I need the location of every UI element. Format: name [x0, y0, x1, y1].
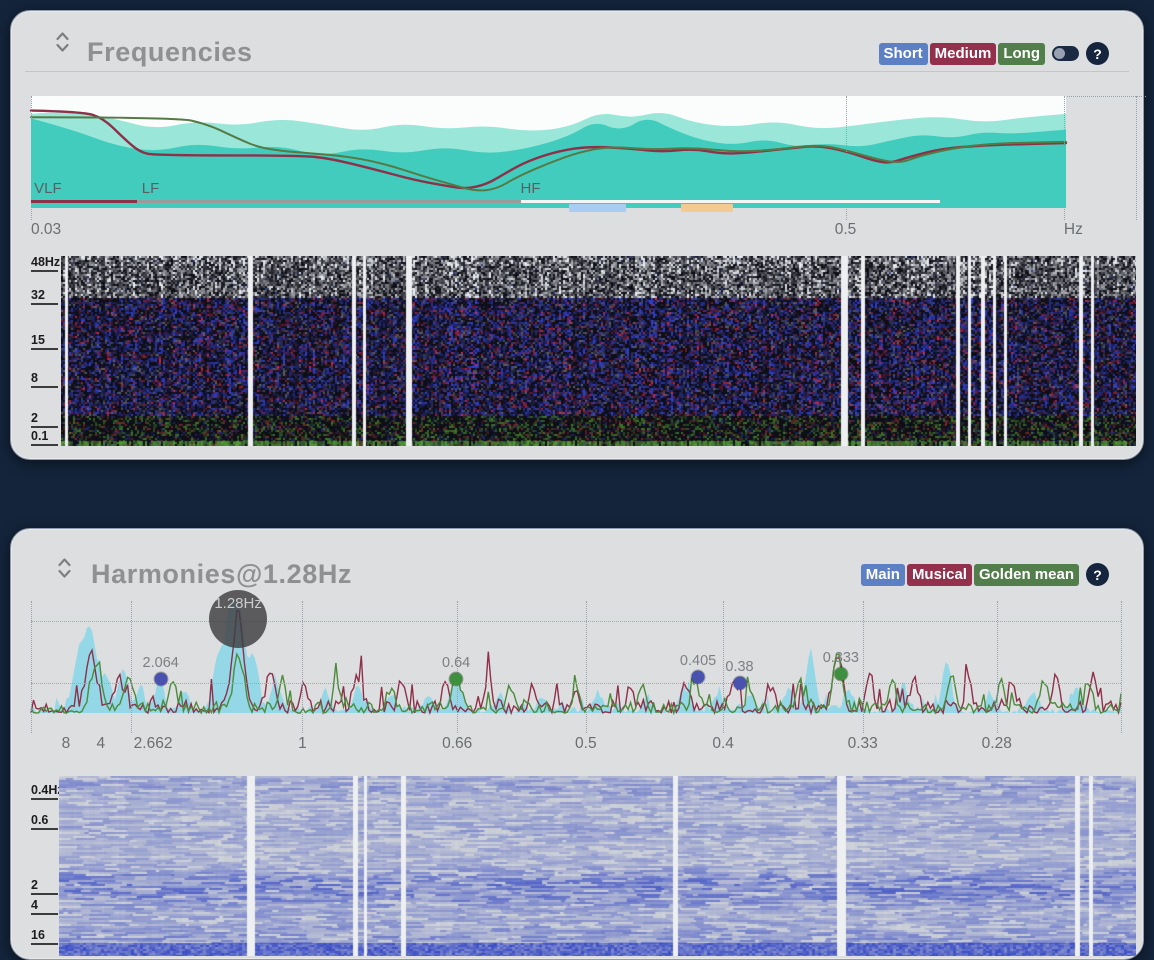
- legend-golden-mean[interactable]: Golden mean: [974, 564, 1079, 586]
- selected-harmonic-label: 1.28Hz: [214, 595, 262, 612]
- band-underline-VLF: [31, 200, 137, 203]
- selected-harmonic-marker[interactable]: 1.28Hz: [209, 590, 267, 648]
- y-tick-2: 2: [31, 412, 58, 428]
- frequencies-title: Frequencies: [87, 37, 253, 68]
- frequencies-header: Frequencies ShortMediumLong ?: [11, 11, 1143, 71]
- toggle-knob: [1054, 48, 1065, 59]
- x-tick-Hz: Hz: [1064, 221, 1083, 239]
- harmonic-label-2.064: 2.064: [143, 655, 179, 671]
- y-tick-8: 8: [31, 372, 58, 388]
- harmonics-spectrum-svg: [31, 601, 1121, 713]
- x-tick-0.33: 0.33: [848, 735, 878, 753]
- harmonies-panel: Harmonies@1.28Hz MainMusicalGolden mean …: [10, 528, 1144, 960]
- frequency-spectrogram-y-axis: 48Hz 32 15 8 2 0.1: [31, 256, 61, 446]
- harmonic-dot-0.333[interactable]: [834, 667, 847, 680]
- x-tick-4: 4: [96, 735, 105, 753]
- harmonics-spectrogram-y-axis: 0.4Hz 0.6 2 4 16: [31, 776, 61, 956]
- range-marker-1: [681, 204, 733, 212]
- frequencies-header-controls: ShortMediumLong ?: [879, 42, 1110, 65]
- harmonic-label-0.38: 0.38: [725, 659, 753, 675]
- x-tick-0.03: 0.03: [31, 221, 61, 239]
- grid-line: [1121, 601, 1122, 733]
- range-marker-0: [569, 204, 626, 212]
- collapse-expand-icon[interactable]: [57, 557, 72, 584]
- x-tick-8: 8: [62, 735, 71, 753]
- band-label-VLF: VLF: [34, 180, 62, 197]
- band-underline-HF: [521, 200, 940, 203]
- harmonics-chart[interactable]: 1.28Hz2.0640.640.4050.380.333: [31, 601, 1121, 713]
- frequencies-panel: Frequencies ShortMediumLong ? VLF LF HF 0.…: [10, 10, 1144, 460]
- grid-line: [1136, 96, 1137, 220]
- y-tick-15: 15: [31, 334, 58, 350]
- harmonic-dot-0.38[interactable]: [733, 676, 746, 689]
- harmonic-label-0.333: 0.333: [823, 650, 859, 666]
- timescale-toggle[interactable]: [1052, 46, 1079, 61]
- x-tick-2.662: 2.662: [134, 735, 173, 753]
- legend-main[interactable]: Main: [861, 564, 905, 586]
- band-label-HF: HF: [521, 180, 541, 197]
- legend-short[interactable]: Short: [879, 43, 928, 65]
- x-tick-0.5: 0.5: [575, 735, 597, 753]
- y-tick-32: 32: [31, 289, 58, 305]
- harmonics-x-axis: 8 4 2.662 1 0.66 0.5 0.4 0.33 0.28: [31, 735, 1121, 757]
- frequency-x-axis: 0.030.5Hz: [31, 221, 1066, 243]
- frequency-spectrum-chart[interactable]: VLF LF HF: [31, 96, 1066, 208]
- harmonic-dot-0.405[interactable]: [692, 671, 705, 684]
- legend-medium[interactable]: Medium: [930, 43, 997, 65]
- y-tick-0.1: 0.1: [31, 430, 58, 446]
- harmonies-header-controls: MainMusicalGolden mean ?: [861, 563, 1109, 586]
- harmonic-dot-0.64[interactable]: [450, 673, 463, 686]
- y-tick-16: 16: [31, 929, 58, 945]
- harmonies-help-button[interactable]: ?: [1086, 563, 1109, 586]
- harmonies-title: Harmonies@1.28Hz: [91, 559, 352, 590]
- y-tick-48Hz: 48Hz: [31, 256, 58, 272]
- y-tick-0.6: 0.6: [31, 814, 58, 830]
- frequency-spectrum-svg: [31, 96, 1066, 208]
- series-golden-mean: [31, 654, 1121, 713]
- frequency-spectrogram[interactable]: [61, 256, 1136, 446]
- y-tick-4: 4: [31, 899, 58, 915]
- legend-musical[interactable]: Musical: [907, 564, 972, 586]
- band-underline-LF: [137, 200, 521, 203]
- x-tick-0.66: 0.66: [442, 735, 472, 753]
- updown-chevrons-icon: [57, 557, 72, 579]
- harmonic-label-0.405: 0.405: [680, 653, 716, 669]
- frequencies-help-button[interactable]: ?: [1086, 42, 1109, 65]
- x-tick-0.4: 0.4: [712, 735, 734, 753]
- y-tick-2: 2: [31, 879, 58, 895]
- collapse-expand-icon[interactable]: [55, 31, 70, 58]
- harmonic-dot-2.064[interactable]: [154, 673, 167, 686]
- band-label-LF: LF: [142, 180, 160, 197]
- x-tick-0.5: 0.5: [835, 221, 857, 239]
- harmonics-legend: MainMusicalGolden mean: [861, 564, 1079, 586]
- legend-long[interactable]: Long: [998, 43, 1045, 65]
- updown-chevrons-icon: [55, 31, 70, 53]
- y-tick-0.4Hz: 0.4Hz: [31, 784, 58, 800]
- header-divider: [25, 71, 1129, 72]
- harmonic-label-0.64: 0.64: [442, 655, 470, 671]
- x-tick-1: 1: [298, 735, 307, 753]
- harmonics-spectrogram[interactable]: [59, 776, 1136, 956]
- timescale-legend: ShortMediumLong: [879, 43, 1046, 65]
- harmonies-header: Harmonies@1.28Hz MainMusicalGolden mean …: [11, 529, 1143, 589]
- x-tick-0.28: 0.28: [982, 735, 1012, 753]
